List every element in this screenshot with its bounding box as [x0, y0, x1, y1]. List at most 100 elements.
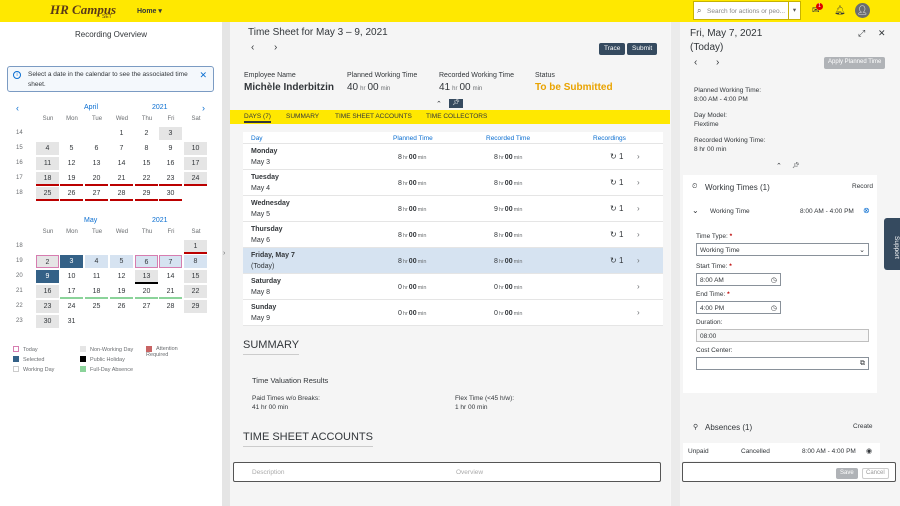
company-logo[interactable]: HR Campus SET — [50, 2, 116, 20]
close-icon[interactable]: ✕ — [878, 28, 886, 39]
calendar-day[interactable]: 29 — [184, 300, 207, 313]
calendar-day[interactable]: 4 — [36, 142, 59, 155]
calendar-day[interactable]: 28 — [110, 187, 133, 201]
month-label[interactable]: May — [84, 217, 97, 224]
apply-planned-time-button[interactable]: Apply Planned Time — [824, 57, 886, 69]
end-time-input[interactable]: 4:00 PM ◷ — [696, 301, 781, 314]
home-menu[interactable]: Home ▾ — [137, 7, 162, 15]
calendar-day[interactable]: 27 — [85, 187, 108, 201]
chevron-right-icon[interactable]: › — [637, 152, 640, 161]
week-number[interactable]: 21 — [16, 288, 23, 294]
collapse-header-icon[interactable]: ⌃ — [776, 162, 782, 170]
calendar-day[interactable]: 16 — [159, 157, 182, 170]
table-row[interactable]: Thursday May 6 8hr00min 8hr00min ↻ 1 › — [243, 222, 663, 248]
calendar-day[interactable]: 17 — [60, 285, 83, 299]
absence-row[interactable]: Unpaid Cancelled 8:00 AM - 4:00 PM ◉ — [683, 443, 880, 461]
time-picker-icon[interactable]: ◷ — [771, 276, 777, 284]
calendar-day[interactable]: 9 — [36, 270, 59, 283]
chevron-right-icon[interactable]: › — [637, 308, 640, 317]
table-row[interactable]: Sunday May 9 0hr00min 0hr00min › — [243, 300, 663, 326]
calendar-day[interactable]: 17 — [184, 157, 207, 170]
chevron-right-icon[interactable]: › — [637, 230, 640, 239]
chevron-right-icon[interactable]: › — [637, 282, 640, 291]
next-week-icon[interactable]: › — [274, 42, 277, 53]
calendar-day[interactable]: 11 — [85, 270, 108, 283]
calendar-day[interactable]: 29 — [135, 187, 158, 201]
eye-icon[interactable]: ◉ — [866, 447, 872, 455]
table-row[interactable]: Saturday May 8 0hr00min 0hr00min › — [243, 274, 663, 300]
calendar-day[interactable]: 10 — [184, 142, 207, 155]
calendar-day[interactable]: 23 — [36, 300, 59, 313]
calendar-day[interactable]: 1 — [184, 240, 207, 254]
calendar-day[interactable]: 14 — [159, 270, 182, 283]
chevron-right-icon[interactable]: › — [637, 178, 640, 187]
calendar-day[interactable]: 25 — [85, 300, 108, 313]
calendar-day[interactable]: 26 — [110, 300, 133, 313]
calendar-day[interactable]: 22 — [184, 285, 207, 298]
calendar-day[interactable]: 20 — [135, 285, 158, 299]
week-number[interactable]: 17 — [16, 175, 23, 181]
start-time-input[interactable]: 8:00 AM ◷ — [696, 273, 781, 286]
calendar-day[interactable]: 8 — [135, 142, 158, 155]
next-month-icon[interactable]: › — [202, 103, 205, 113]
time-type-select[interactable]: Working Time ⌄ — [696, 243, 869, 256]
calendar-day[interactable]: 11 — [36, 157, 59, 170]
calendar-day[interactable]: 5 — [110, 255, 133, 268]
fullscreen-icon[interactable]: ⤢ — [858, 28, 865, 39]
tab-days[interactable]: DAYS (7) — [244, 113, 271, 123]
calendar-day[interactable]: 9 — [159, 142, 182, 155]
calendar-day[interactable]: 25 — [36, 187, 59, 201]
calendar-day[interactable]: 18 — [85, 285, 108, 299]
year-label[interactable]: 2021 — [152, 104, 168, 111]
calendar-day[interactable]: 27 — [135, 300, 158, 313]
calendar-day[interactable]: 18 — [36, 172, 59, 186]
calendar-day[interactable]: 7 — [159, 255, 182, 268]
calendar-day[interactable]: 1 — [110, 127, 133, 140]
calendar-day[interactable]: 30 — [159, 187, 182, 201]
calendar-day[interactable]: 5 — [60, 142, 83, 155]
calendar-day[interactable]: 2 — [36, 255, 59, 268]
trace-button[interactable]: Trace — [599, 43, 626, 55]
prev-month-icon[interactable]: ‹ — [16, 103, 19, 113]
prev-week-icon[interactable]: ‹ — [251, 42, 254, 53]
chevron-down-icon[interactable]: ⌄ — [692, 206, 699, 215]
calendar-day[interactable]: 6 — [135, 255, 158, 268]
week-number[interactable]: 19 — [16, 258, 23, 264]
calendar-day[interactable]: 31 — [60, 315, 83, 328]
week-number[interactable]: 22 — [16, 303, 23, 309]
calendar-day[interactable]: 24 — [60, 300, 83, 313]
search-input[interactable]: ⌕ Search for actions or peo... ▾ — [693, 1, 801, 20]
calendar-day[interactable]: 21 — [110, 172, 133, 186]
year-label[interactable]: 2021 — [152, 217, 168, 224]
delete-icon[interactable]: ⊗ — [863, 206, 870, 215]
week-number[interactable]: 18 — [16, 243, 23, 249]
duration-input[interactable]: 08:00 — [696, 329, 869, 342]
calendar-day[interactable]: 22 — [135, 172, 158, 186]
prev-day-icon[interactable]: ‹ — [694, 57, 697, 68]
week-number[interactable]: 18 — [16, 190, 23, 196]
create-button[interactable]: Create — [853, 423, 873, 430]
scrollbar[interactable] — [671, 22, 680, 506]
close-icon[interactable]: ✕ — [199, 70, 207, 80]
calendar-day[interactable]: 23 — [159, 172, 182, 186]
calendar-day[interactable]: 14 — [110, 157, 133, 170]
table-row[interactable]: Friday, May 7 (Today) 8hr00min 8hr00min ↻ 1 › — [243, 248, 663, 274]
calendar-day[interactable]: 8 — [184, 255, 207, 268]
calendar-day[interactable]: 2 — [135, 127, 158, 140]
pin-icon[interactable]: 📌︎ — [792, 162, 800, 169]
calendar-day[interactable]: 15 — [184, 270, 207, 283]
calendar-day[interactable]: 30 — [36, 315, 59, 328]
calendar-day[interactable]: 13 — [85, 157, 108, 170]
tab-summary[interactable]: SUMMARY — [286, 113, 319, 120]
divider-left[interactable] — [222, 22, 230, 506]
bell-icon[interactable]: 🔔︎ — [834, 5, 845, 16]
table-row[interactable]: Monday May 3 8hr00min 8hr00min ↻ 1 › — [243, 144, 663, 170]
table-row[interactable]: Tuesday May 4 8hr00min 8hr00min ↻ 1 › — [243, 170, 663, 196]
record-button[interactable]: Record — [852, 183, 873, 190]
week-number[interactable]: 14 — [16, 130, 23, 136]
chevron-right-icon[interactable]: › — [637, 256, 640, 265]
calendar-day[interactable]: 28 — [159, 300, 182, 313]
calendar-day[interactable]: 7 — [110, 142, 133, 155]
calendar-day[interactable]: 20 — [85, 172, 108, 186]
submit-button[interactable]: Submit — [627, 43, 658, 55]
